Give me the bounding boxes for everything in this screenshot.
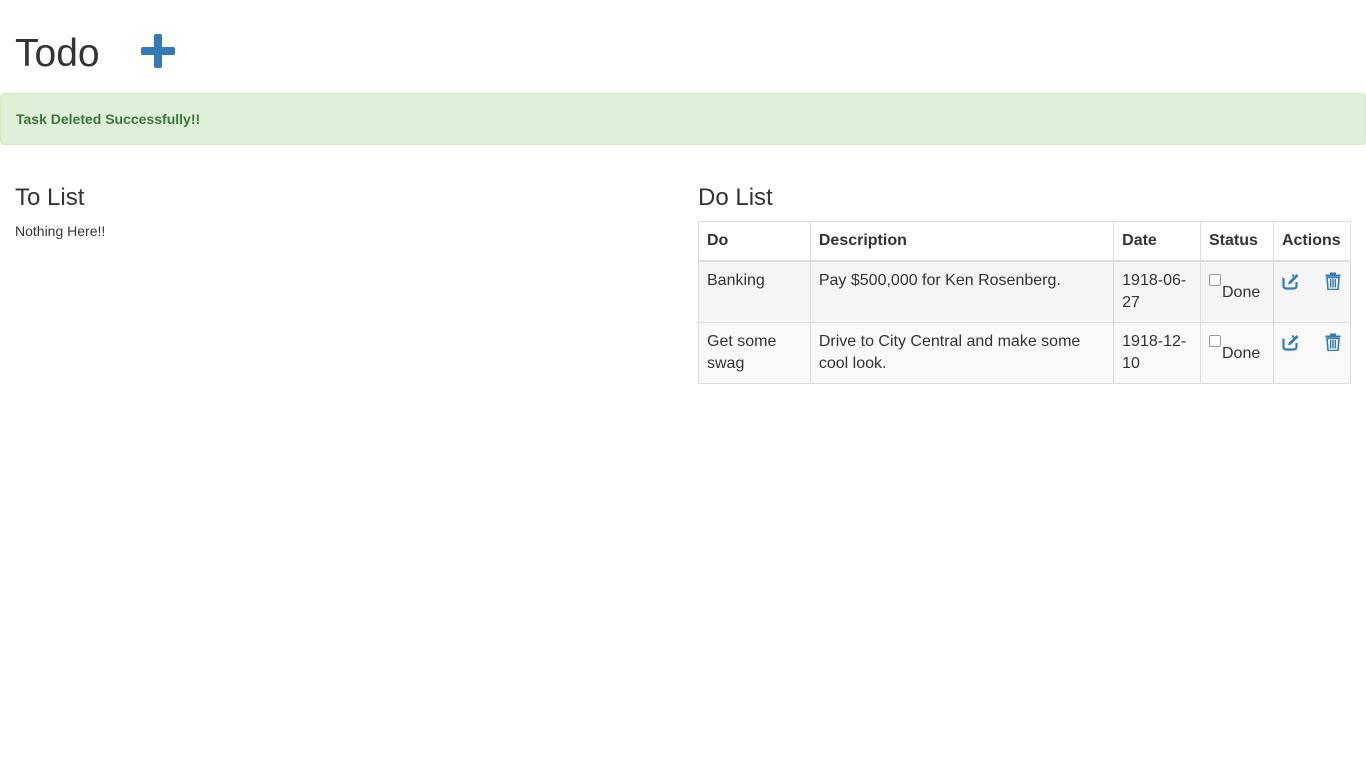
- success-alert: Task Deleted Successfully!!: [0, 93, 1366, 145]
- to-list-title: To List: [15, 184, 85, 211]
- table-row: Get some swag Drive to City Central and …: [698, 322, 1352, 384]
- do-list-table: Do Description Date Status Actions Banki…: [698, 221, 1352, 384]
- header: Todo: [15, 26, 176, 82]
- task-description: Pay $500,000 for Ken Rosenberg.: [809, 260, 1115, 323]
- column-header-description: Description: [809, 221, 1115, 262]
- plus-icon: [140, 34, 175, 68]
- app-title: Todo: [15, 32, 100, 75]
- done-label: Done: [1222, 345, 1261, 362]
- page: Todo Task Deleted Successfully!! To List…: [0, 0, 1366, 768]
- to-list-section: To List Nothing Here!!: [15, 180, 665, 241]
- do-list-title: Do List: [698, 184, 773, 211]
- task-name: Banking: [698, 260, 811, 323]
- table-row: Banking Pay $500,000 for Ken Rosenberg. …: [698, 260, 1352, 323]
- task-status: Done: [1200, 322, 1274, 384]
- trash-icon[interactable]: [1325, 333, 1343, 351]
- column-header-actions: Actions: [1272, 221, 1352, 262]
- column-header-do: Do: [698, 221, 811, 262]
- task-date: 1918-12-10: [1113, 322, 1201, 384]
- task-description: Drive to City Central and make some cool…: [809, 322, 1115, 384]
- edit-icon[interactable]: [1282, 333, 1300, 351]
- task-actions: [1272, 260, 1352, 323]
- task-status: Done: [1200, 260, 1274, 323]
- column-header-status: Status: [1200, 221, 1274, 262]
- add-task-button[interactable]: [140, 33, 176, 69]
- to-list-empty-text: Nothing Here!!: [15, 223, 106, 239]
- alert-message: Task Deleted Successfully!!: [16, 111, 201, 127]
- table-header-row: Do Description Date Status Actions: [698, 221, 1352, 262]
- column-header-date: Date: [1113, 221, 1201, 262]
- done-label: Done: [1222, 284, 1261, 301]
- task-actions: [1272, 322, 1352, 384]
- task-name: Get some swag: [698, 322, 811, 384]
- task-date: 1918-06-27: [1113, 260, 1201, 323]
- do-list-section: Do List Do Description Date Status Actio…: [698, 180, 1352, 384]
- trash-icon[interactable]: [1325, 272, 1343, 290]
- edit-icon[interactable]: [1282, 272, 1300, 290]
